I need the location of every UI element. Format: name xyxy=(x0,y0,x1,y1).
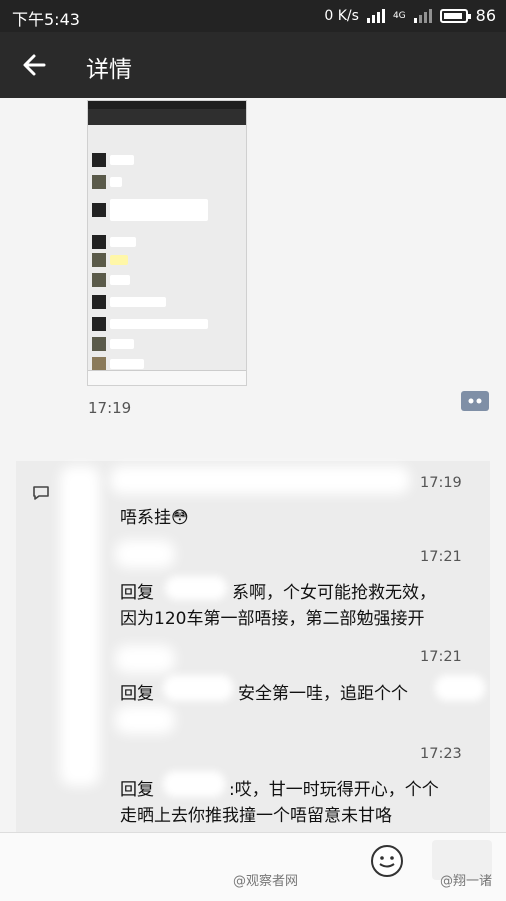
title-bar: 详情 xyxy=(0,32,506,98)
redaction-mask xyxy=(435,675,485,701)
page-title: 详情 xyxy=(86,57,132,83)
network-type-label: 4G xyxy=(392,10,406,21)
reply-time: 17:23 xyxy=(420,746,462,762)
reply-text: 走晒上去你推我撞一个唔留意未甘咯 xyxy=(120,806,392,826)
reply-text: :哎，甘一时玩得开心，个个 xyxy=(229,780,439,800)
redaction-mask xyxy=(60,466,100,786)
redaction-mask xyxy=(115,645,175,673)
post-time: 17:19 xyxy=(88,399,132,417)
status-time: 下午5:43 xyxy=(12,10,80,29)
status-bar: 下午5:43 0 K/s 4G 86 xyxy=(0,0,506,32)
battery-level: 86 xyxy=(475,6,496,25)
signal-2-icon xyxy=(413,8,432,23)
battery-icon xyxy=(439,8,471,23)
reply-text: 因为120车第一部唔接，第二部勉强接开 xyxy=(120,609,425,629)
redaction-mask xyxy=(115,540,175,568)
back-arrow-icon[interactable] xyxy=(18,48,52,82)
reply-prefix: 回复 xyxy=(120,684,154,704)
comment-icon xyxy=(33,486,49,500)
network-speed: 0 K/s xyxy=(324,7,359,24)
reply-time: 17:19 xyxy=(420,475,462,491)
reply-text: 唔系挂😳 xyxy=(120,508,189,528)
redaction-mask xyxy=(163,771,225,797)
reply-input-bar[interactable] xyxy=(0,832,506,901)
redaction-mask xyxy=(165,576,227,600)
redaction-mask xyxy=(163,675,233,701)
reply-time: 17:21 xyxy=(420,549,462,565)
reply-text: 系啊，个女可能抢救无效， xyxy=(232,583,436,603)
watermark-right: @翔一诸 xyxy=(440,874,493,889)
status-right: 0 K/s 4G 86 xyxy=(324,6,496,25)
reply-prefix: 回复 xyxy=(120,583,154,603)
redaction-mask xyxy=(115,706,175,734)
watermark-left: @观察者网 xyxy=(233,874,299,889)
reply-text: 安全第一哇，追距个个 xyxy=(238,684,408,704)
signal-icon xyxy=(366,8,385,23)
post-image[interactable] xyxy=(87,100,247,386)
emoji-icon[interactable] xyxy=(370,844,404,878)
redaction-mask xyxy=(110,466,410,494)
comment-more-icon[interactable] xyxy=(460,390,490,412)
reply-time: 17:21 xyxy=(420,649,462,665)
reply-prefix: 回复 xyxy=(120,780,154,800)
